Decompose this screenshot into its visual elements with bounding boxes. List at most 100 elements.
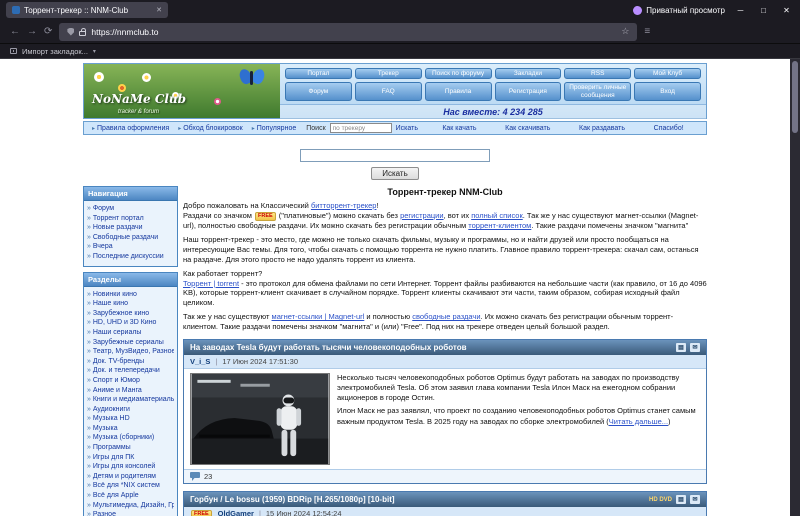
header-nav-button[interactable]: FAQ [354,82,422,102]
print-icon[interactable]: ▤ [676,343,686,353]
chevron-down-icon[interactable]: ▾ [93,48,96,55]
import-bookmarks-label[interactable]: Импорт закладок... [22,47,88,56]
scrollbar-thumb[interactable] [792,61,798,133]
print-icon[interactable]: ▤ [676,495,686,505]
sidebar-section-link[interactable]: Книги и медиаматериалы [87,395,174,405]
sidebar-section-link[interactable]: Музыка (сборники) [87,433,174,443]
browser-url-bar: ← → ⟳ https://nnmclub.to ☆ ≡ [0,20,800,44]
forward-icon[interactable]: → [27,26,37,37]
post-title[interactable]: На заводах Tesla будут работать тысячи ч… [190,343,672,352]
back-icon[interactable]: ← [10,26,20,37]
post-author[interactable]: OldGamer [218,509,254,516]
url-text[interactable]: https://nnmclub.to [91,27,616,37]
inline-link[interactable]: Торрент | torrent [183,279,239,288]
sidebar-nav-link[interactable]: Форум [87,204,174,214]
sidebar-section-link[interactable]: Всё для *NIX систем [87,481,174,491]
sidebar-section-link[interactable]: Наши сериалы [87,328,174,338]
sidebar-nav-link[interactable]: Последние дискуссии [87,252,174,262]
inline-link[interactable]: битторрент-трекер [311,201,377,210]
inline-link[interactable]: Читать дальше... [609,417,668,426]
topnav-link[interactable]: Как раздавать [579,125,625,132]
topnav-search-go[interactable]: Искать [396,125,418,132]
sidebar-section-link[interactable]: Док. и телепередачи [87,366,174,376]
post-title[interactable]: Горбун / Le bossu (1959) BDRip [H.265/10… [190,495,645,504]
header-nav-button[interactable]: Форум [285,82,352,102]
inline-link[interactable]: регистрации [400,211,443,220]
sidebar-section-link[interactable]: Аниме и Манга [87,386,174,396]
sidebar-section-link[interactable]: Игры для ПК [87,453,174,463]
comments-count[interactable]: 23 [204,472,212,481]
sidebar-section-link[interactable]: Детям и родителям [87,472,174,482]
email-icon[interactable]: ✉ [690,495,700,505]
sidebar-sections-list: Новинки киноНаше киноЗарубежное киноHD, … [84,287,177,516]
email-icon[interactable]: ✉ [690,343,700,353]
header-nav-button[interactable]: Правила [424,82,492,102]
sidebar-section-link[interactable]: Новинки кино [87,290,174,300]
sidebar-navigation-title: Навигация [84,187,177,201]
sidebar-section-link[interactable]: HD, UHD и 3D Кино [87,318,174,328]
reload-icon[interactable]: ⟳ [44,26,52,37]
topnav-link[interactable]: Спасибо! [654,125,684,132]
header-nav-button[interactable]: Закладки [494,68,562,80]
sidebar-section-link[interactable]: Театр, МузВидео, Разное [87,347,174,357]
sidebar-section-link[interactable]: Музыка HD [87,414,174,424]
sidebar-nav-link[interactable]: Новые раздачи [87,223,174,233]
bookmark-star-icon[interactable]: ☆ [621,27,629,36]
tab-close-icon[interactable]: ✕ [156,6,162,14]
separator: | [215,357,218,367]
sidebar-section-link[interactable]: Всё для Apple [87,491,174,501]
sidebar-section-link[interactable]: Игры для консолей [87,462,174,472]
topnav-link[interactable]: Как скачивать [505,125,550,132]
header-nav-button[interactable]: Вход [634,82,701,102]
flower-icon [214,98,221,105]
sidebar-nav-link[interactable]: Вчера [87,242,174,252]
sidebar-section-link[interactable]: Программы [87,443,174,453]
butterfly-icon [237,67,267,87]
sidebar-section-link[interactable]: Зарубежные сериалы [87,338,174,348]
header-nav-button[interactable]: Портал [285,68,352,80]
post-paragraph: Несколько тысяч человекоподобных роботов… [337,373,680,403]
sidebar-navigation-box: Навигация ФорумТоррент порталНовые разда… [83,186,178,267]
inline-link[interactable]: торрент-клиентом [468,221,531,230]
topnav-link[interactable]: Как качать [442,125,476,132]
intro-paragraph: Торрент | torrent - это протокол для обм… [183,278,707,308]
window-maximize-button[interactable]: □ [756,6,771,15]
tracker-search-button[interactable]: Искать [371,167,419,180]
window-minimize-button[interactable]: ─ [733,6,748,15]
inline-link[interactable]: полный список [471,211,523,220]
sidebar-section-link[interactable]: Спорт и Юмор [87,376,174,386]
post-author[interactable]: V_i_S [190,357,210,366]
page-scrollbar[interactable] [790,59,800,516]
sidebar-nav-link[interactable]: Торрент портал [87,214,174,224]
news-post: Горбун / Le bossu (1959) BDRip [H.265/10… [183,491,707,516]
sidebar-section-link[interactable]: Док. TV-бренды [87,357,174,367]
topnav-search-input[interactable] [329,123,392,133]
lock-icon[interactable] [79,27,87,36]
sidebar-section-link[interactable]: Наше кино [87,299,174,309]
browser-tab[interactable]: Торрент-трекер :: NNM-Club ✕ [6,2,168,18]
topnav-link[interactable]: Правила оформления [92,125,169,132]
sidebar-section-link[interactable]: Музыка [87,424,174,434]
inline-link[interactable]: магнет-ссылки | Magnet-url [272,312,365,321]
topnav-link[interactable]: Популярное [252,125,296,132]
tracker-search-input[interactable] [300,149,490,162]
comments-icon[interactable] [190,472,200,482]
topnav-link[interactable]: Обход блокировок [178,125,243,132]
url-field[interactable]: https://nnmclub.to ☆ [59,22,638,41]
site-logo[interactable]: NoNaMe Club tracker & forum [84,64,280,118]
header-nav-button[interactable]: RSS [564,68,632,80]
sidebar-section-link[interactable]: Мультимедиа, Дизайн, Графика [87,501,174,511]
menu-icon[interactable]: ≡ [644,26,650,37]
shield-icon[interactable] [67,27,75,36]
sidebar-section-link[interactable]: Разное [87,510,174,516]
header-nav-button[interactable]: Поиск по форуму [424,68,492,80]
header-nav-button[interactable]: Проверить личные сообщения [564,82,632,102]
sidebar-nav-link[interactable]: Свободные раздачи [87,233,174,243]
sidebar-section-link[interactable]: Зарубежное кино [87,309,174,319]
inline-link[interactable]: свободные раздачи [412,312,480,321]
header-nav-button[interactable]: Регистрация [494,82,562,102]
window-close-button[interactable]: ✕ [779,6,794,15]
sidebar-section-link[interactable]: Аудиокниги [87,405,174,415]
header-nav-button[interactable]: Мой Клуб [634,68,701,80]
header-nav-button[interactable]: Трекер [354,68,422,80]
